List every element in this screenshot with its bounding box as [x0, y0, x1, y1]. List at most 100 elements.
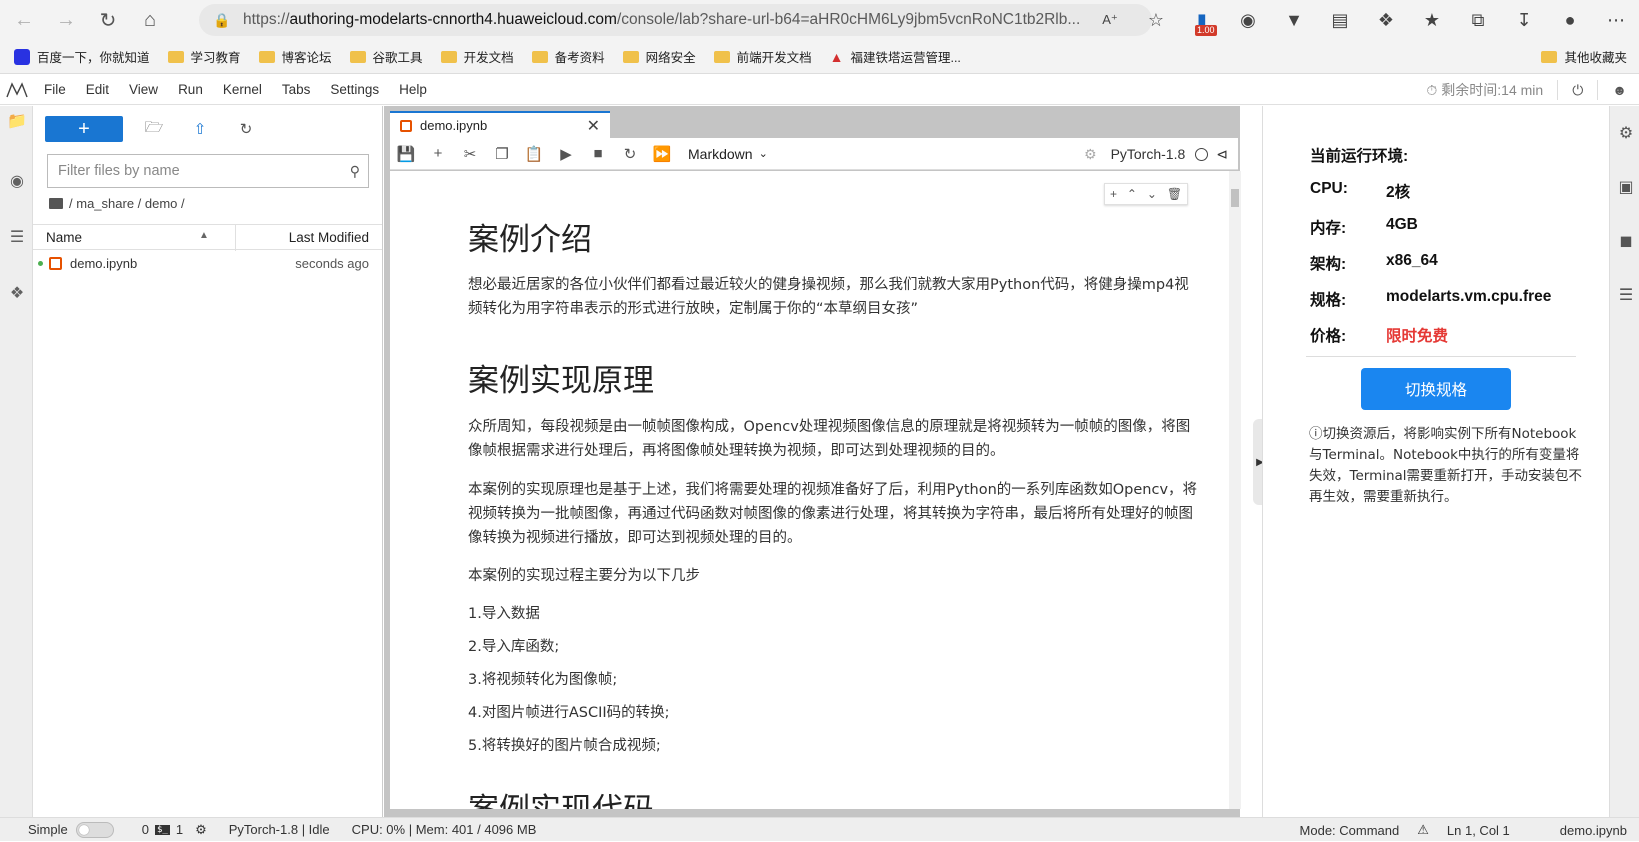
menu-edit[interactable]: Edit: [76, 82, 119, 97]
collections-icon[interactable]: ⧉: [1455, 0, 1501, 40]
column-last-modified[interactable]: Last Modified: [289, 230, 369, 245]
kernel-status[interactable]: PyTorch-1.8 | Idle: [229, 822, 330, 837]
cut-icon[interactable]: ✂: [454, 138, 486, 170]
bookmark-folder[interactable]: 博客论坛: [258, 47, 332, 66]
restart-icon[interactable]: ↻: [614, 138, 646, 170]
reader-icon[interactable]: ▤: [1317, 0, 1363, 40]
bookmark-folder[interactable]: 开发文档: [440, 47, 514, 66]
tower-icon: ▲: [829, 48, 844, 65]
env-value: modelarts.vm.cpu.free: [1386, 288, 1552, 305]
file-row[interactable]: demo.ipynb seconds ago: [33, 252, 382, 276]
add-favorite-icon[interactable]: ☆: [1133, 0, 1179, 40]
bookmark-folder[interactable]: 备考资料: [531, 47, 605, 66]
address-bar[interactable]: 🔒 https://authoring-modelarts-cnnorth4.h…: [199, 4, 1152, 36]
add-cell-icon[interactable]: +: [422, 138, 454, 170]
save-icon[interactable]: 💾: [390, 138, 422, 170]
profile-icon[interactable]: ●: [1547, 0, 1593, 40]
url-prefix: https://: [243, 11, 290, 28]
extension-icon[interactable]: ▮ 1.00: [1179, 0, 1225, 40]
triangle-extension-icon[interactable]: ▼: [1271, 0, 1317, 40]
move-up-icon[interactable]: ⌃: [1127, 187, 1137, 201]
power-icon[interactable]: ⏻: [1572, 82, 1583, 99]
active-file: demo.ipynb: [1559, 822, 1627, 838]
storage-icon[interactable]: ◼: [1615, 230, 1637, 252]
downloads-icon[interactable]: ↧: [1501, 0, 1547, 40]
extension-circle-icon[interactable]: ◉: [1225, 0, 1271, 40]
bookmark-folder[interactable]: 谷歌工具: [349, 47, 423, 66]
cursor-position[interactable]: Ln 1, Col 1: [1447, 823, 1510, 838]
step-text: 4.对图片帧进行ASCII码的转换;: [468, 705, 670, 721]
monitor-icon[interactable]: ▣: [1615, 176, 1637, 198]
puzzle-icon[interactable]: ❖: [1363, 0, 1409, 40]
resource-usage: CPU: 0% | Mem: 401 / 4096 MB: [351, 822, 537, 837]
close-icon[interactable]: ✕: [587, 116, 600, 136]
scrollbar[interactable]: [1229, 171, 1241, 809]
simple-toggle[interactable]: [75, 821, 114, 838]
run-all-icon[interactable]: ⏩: [646, 138, 678, 170]
folder-icon[interactable]: 📁: [6, 110, 28, 132]
delete-icon[interactable]: 🗑: [1167, 187, 1182, 201]
read-aloud-icon[interactable]: A⁺: [1087, 0, 1133, 40]
breadcrumb-item[interactable]: ma_share: [76, 196, 134, 211]
forward-icon[interactable]: →: [48, 5, 84, 35]
paste-icon[interactable]: 📋: [518, 138, 550, 170]
more-icon[interactable]: ⋯: [1593, 0, 1639, 40]
favorites-icon[interactable]: ★: [1409, 0, 1455, 40]
menu-help[interactable]: Help: [389, 82, 437, 97]
no-bug-icon[interactable]: ⚠: [1417, 822, 1429, 838]
paragraph-intro: 想必最近居家的各位小伙伴们都看过最近较火的健身操视频，那么我们就教大家用Pyth…: [468, 277, 1189, 317]
run-icon[interactable]: ▶: [550, 138, 582, 170]
home-icon[interactable]: ⌂: [132, 5, 168, 35]
running-icon[interactable]: ◉: [6, 170, 28, 192]
menu-kernel[interactable]: Kernel: [213, 82, 272, 97]
bookmark-folder[interactable]: 学习教育: [167, 47, 241, 66]
extension-icon[interactable]: ❖: [6, 282, 28, 304]
stop-icon[interactable]: ■: [582, 138, 614, 170]
bookmark-tower[interactable]: ▲ 福建铁塔运营管理...: [830, 47, 961, 66]
bookmark-baidu[interactable]: 百度一下，你就知道: [14, 47, 150, 66]
tab-demo-notebook[interactable]: demo.ipynb ✕: [390, 111, 610, 138]
new-folder-icon[interactable]: 🗁: [131, 116, 177, 142]
simple-mode: Simple: [28, 821, 114, 838]
folder-icon[interactable]: [49, 198, 63, 209]
markdown-cell[interactable]: 案例实现代码: [468, 784, 1198, 809]
bookmark-folder[interactable]: 网络安全: [622, 47, 696, 66]
menu-tabs[interactable]: Tabs: [272, 82, 321, 97]
markdown-cell[interactable]: 案例介绍: [468, 214, 1198, 259]
bookmarks-bar: 百度一下，你就知道 学习教育 博客论坛 谷歌工具 开发文档 备考资料 网络安全 …: [0, 40, 1639, 74]
menu-file[interactable]: File: [34, 82, 76, 97]
bookmark-other[interactable]: 其他收藏夹: [1541, 47, 1627, 66]
refresh-icon[interactable]: ↻: [223, 116, 269, 142]
terminal-count[interactable]: 0 $_ 1 ⚙: [142, 822, 207, 838]
switch-spec-button[interactable]: 切换规格: [1361, 368, 1511, 410]
layers-icon[interactable]: ☰: [1615, 284, 1637, 306]
back-icon[interactable]: ←: [6, 5, 42, 35]
move-down-icon[interactable]: ⌄: [1147, 187, 1157, 201]
insert-cell-icon[interactable]: +: [1110, 187, 1117, 201]
share-icon[interactable]: ⊲: [1216, 146, 1228, 163]
debug-icon[interactable]: ⚙: [1084, 146, 1097, 163]
folder-icon: [622, 50, 639, 63]
menu-view[interactable]: View: [119, 82, 168, 97]
mode-indicator: Mode: Command: [1299, 822, 1400, 838]
step-item: 4.对图片帧进行ASCII码的转换;: [468, 701, 1198, 725]
settings-icon[interactable]: ⚙: [1615, 122, 1637, 144]
cell-type-select[interactable]: Markdown ⌄: [688, 146, 768, 162]
toc-icon[interactable]: ☰: [6, 226, 28, 248]
reload-icon[interactable]: ↻: [90, 5, 126, 35]
bookmark-folder[interactable]: 前端开发文档: [713, 47, 812, 66]
new-launcher-button[interactable]: +: [45, 116, 123, 142]
menu-run[interactable]: Run: [168, 82, 213, 97]
user-icon[interactable]: ☻: [1612, 82, 1627, 98]
scrollbar-thumb[interactable]: [1231, 189, 1239, 207]
step-item: 1.导入数据: [468, 602, 1198, 626]
upload-icon[interactable]: ⇧: [177, 116, 223, 142]
filter-files-input[interactable]: Filter files by name ⚲: [47, 154, 369, 188]
kernel-name[interactable]: PyTorch-1.8: [1111, 146, 1186, 162]
copy-icon[interactable]: ❐: [486, 138, 518, 170]
markdown-cell[interactable]: 案例实现原理: [468, 355, 1198, 400]
breadcrumb-item[interactable]: demo: [145, 196, 178, 211]
bookmark-label: 百度一下，你就知道: [37, 51, 150, 65]
column-name[interactable]: Name: [46, 230, 82, 245]
menu-settings[interactable]: Settings: [320, 82, 389, 97]
